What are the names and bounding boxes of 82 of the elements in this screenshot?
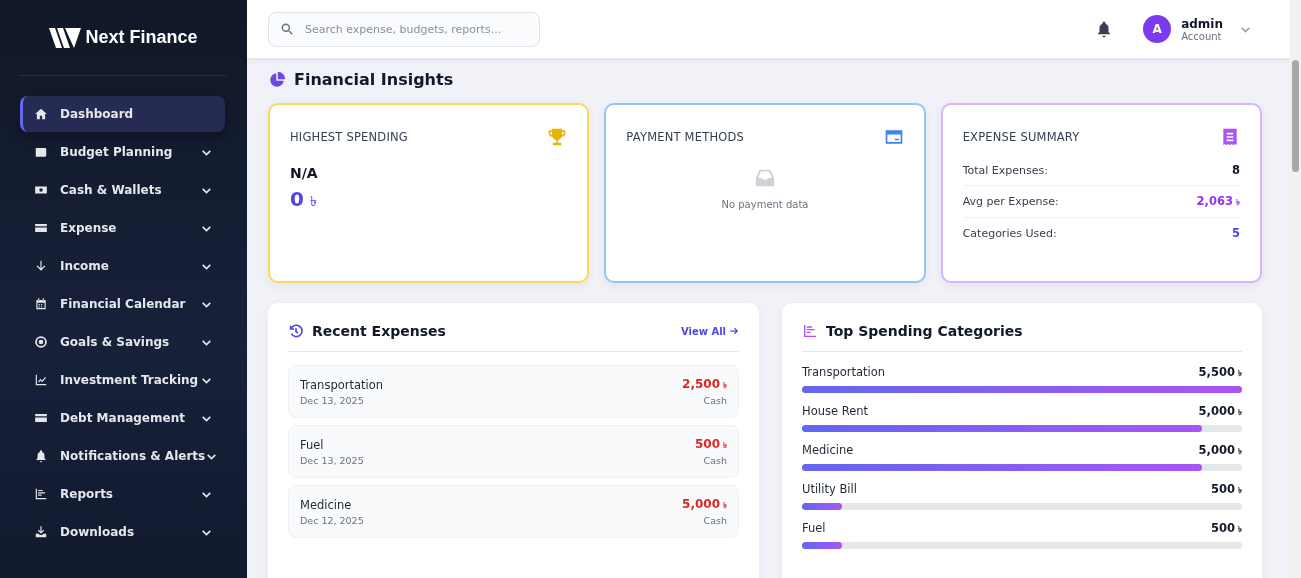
expense-amount: 2,500 ৳ [682,377,727,392]
summary-value: 2,063 ৳ [1196,194,1240,209]
expense-name: Fuel [300,437,325,452]
sidebar-item[interactable]: Downloads [20,514,225,550]
home-icon [34,107,48,121]
sidebar-item[interactable]: Income [20,248,225,284]
history-icon [288,323,304,339]
sidebar-item[interactable]: Budget Planning [20,134,225,170]
logo-icon [49,26,82,49]
target-icon [34,335,48,349]
view-all-link[interactable]: View All [680,325,739,337]
expense-amount: 500 ৳ [694,437,727,452]
expense-name: Transportation [300,377,384,392]
card-title: PAYMENT METHODS [626,130,745,144]
payment-method: Cash [703,455,727,466]
category-amount: 500 ৳ [1211,482,1242,497]
expense-date: Dec 13, 2025 [300,394,365,406]
panel-title: Top Spending Categories [826,323,1024,339]
sidebar-item[interactable]: Investment Tracking [20,362,225,398]
bar-list-icon [34,487,48,501]
card-title: HIGHEST SPENDING [290,130,408,144]
arrow-icon [729,326,739,336]
category-amount: 5,000 ৳ [1198,443,1242,458]
card-icon [34,411,48,425]
down-arrow-icon [34,259,48,273]
category-name: House Rent [802,404,869,419]
category-amount: 5,500 ৳ [1198,365,1242,380]
calendar-icon [34,297,48,311]
search-field[interactable]: Search expense, budgets, reports... [268,11,540,47]
empty-message: No payment data [721,199,809,210]
scrollbar[interactable] [1290,0,1301,578]
category-name: Fuel [802,521,826,536]
expense-amount: 5,000 ৳ [682,497,727,512]
trophy-icon [547,127,568,147]
summary-label: Avg per Expense: [962,195,1059,208]
line-chart-icon [34,373,48,387]
expense-row[interactable]: Transportation Dec 13, 2025 2,500 ৳ Cash [288,365,739,418]
expense-date: Dec 12, 2025 [300,514,364,526]
bell-icon [34,449,48,463]
payment-method: Cash [703,395,727,406]
pie-chart-icon [268,70,286,89]
category-amount: 500 ৳ [1211,521,1242,536]
card-title: EXPENSE SUMMARY [962,130,1080,144]
user-role: Account [1181,30,1222,42]
amount: 0 [290,187,304,211]
summary-value: 5 [1232,226,1240,240]
sidebar-item[interactable]: Reports [20,476,225,512]
category-name: Utility Bill [802,482,857,497]
expense-date: Dec 13, 2025 [300,454,364,466]
bar-list-icon [802,323,818,339]
expense-row[interactable]: Medicine Dec 12, 2025 5,000 ৳ Cash [288,485,739,538]
sidebar-item[interactable]: Debt Management [20,400,225,436]
download-icon [34,525,48,539]
sidebar-item[interactable]: Cash & Wallets [20,172,225,208]
category-name: Medicine [802,443,854,458]
category-name: Transportation [802,365,886,380]
scrollbar-thumb[interactable] [1292,60,1299,172]
summary-value: 8 [1232,163,1240,177]
user-name: admin [1181,16,1223,31]
expense-row[interactable]: Fuel Dec 13, 2025 500 ৳ Cash [288,425,739,478]
currency-sign: ৳ [309,192,317,211]
sidebar-item[interactable]: Notifications & Alerts [20,438,225,474]
sidebar-item[interactable]: Goals & Savings [20,324,225,360]
brand-name: Next Finance [85,27,198,48]
account-menu[interactable]: A admin Account [1143,15,1252,43]
panel-title: Recent Expenses [312,323,447,339]
sidebar-item[interactable]: Expense [20,210,225,246]
sidebar-item[interactable]: Dashboard [20,96,225,132]
avatar: A [1143,15,1172,43]
summary-label: Total Expenses: [962,163,1048,177]
expense-name: Medicine [300,497,353,512]
payment-method: Cash [703,515,727,526]
section-title: Financial Insights [294,70,454,89]
receipt-icon [1220,127,1240,147]
wallet-icon [34,145,48,159]
card-icon [883,127,904,147]
category-amount: 5,000 ৳ [1198,404,1242,419]
card-icon [34,221,48,235]
inbox-icon [754,167,776,189]
sidebar-item[interactable]: Financial Calendar [20,286,225,322]
category-name: N/A [290,165,319,181]
summary-label: Categories Used: [962,226,1057,240]
